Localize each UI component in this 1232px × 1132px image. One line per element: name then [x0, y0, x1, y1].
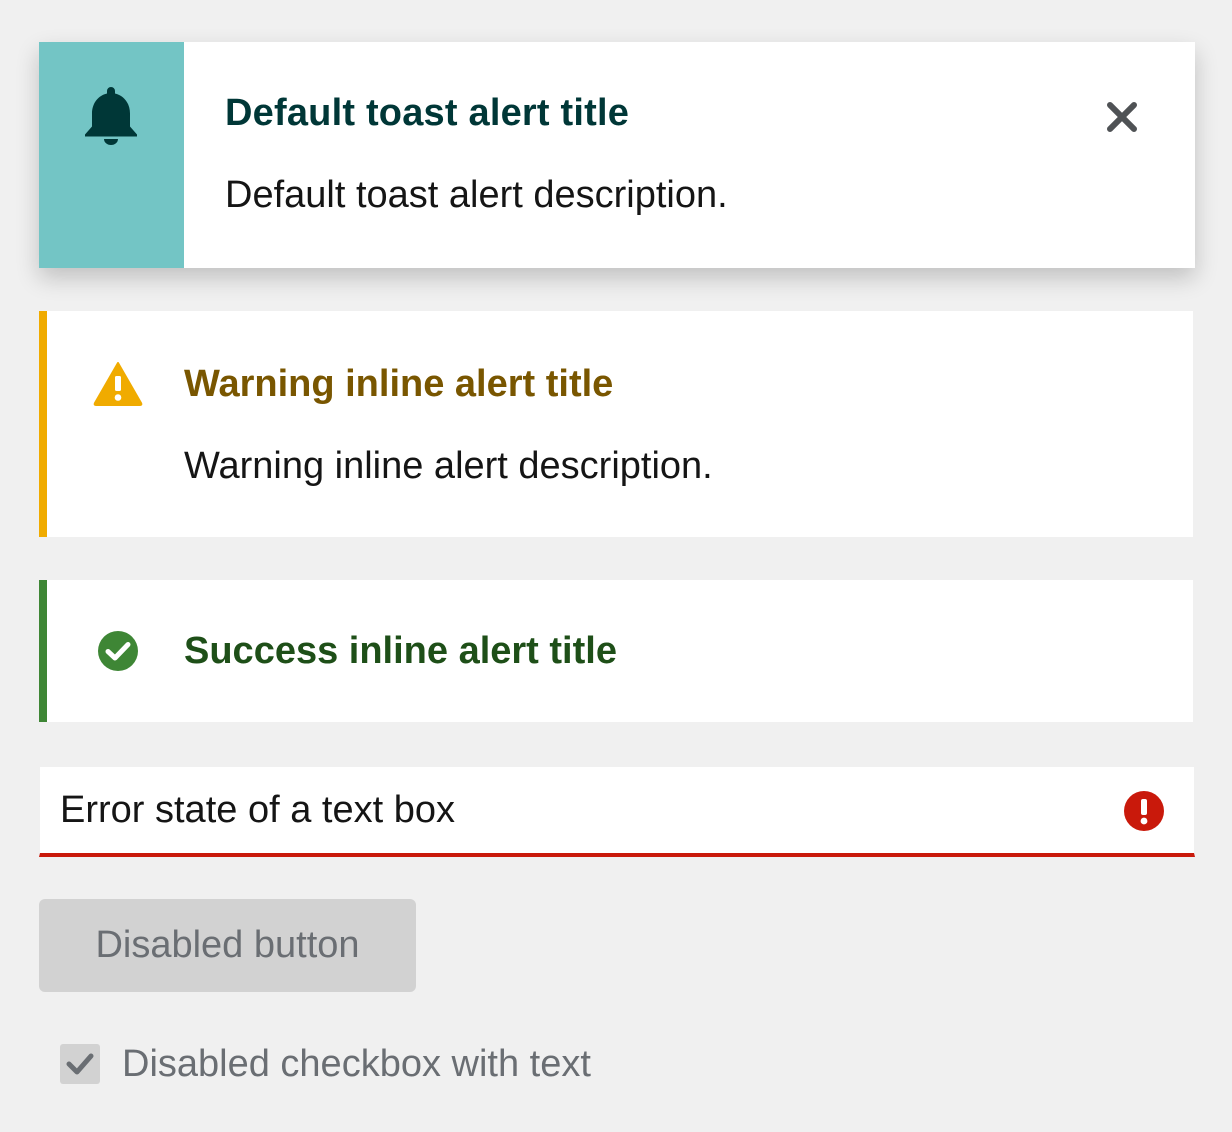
disabled-button[interactable]: Disabled button — [39, 899, 416, 992]
success-alert-title: Success inline alert title — [184, 630, 617, 672]
warning-alert-title: Warning inline alert title — [184, 363, 614, 405]
toast-title: Default toast alert title — [225, 92, 630, 134]
toast-description: Default toast alert description. — [225, 174, 728, 216]
checkmark-icon — [66, 1053, 94, 1075]
toast-alert: Default toast alert title Default toast … — [39, 42, 1195, 268]
warning-triangle-icon — [93, 362, 143, 406]
disabled-checkbox-row: Disabled checkbox with text — [60, 1043, 591, 1085]
disabled-checkbox[interactable] — [60, 1044, 100, 1084]
warning-alert-description: Warning inline alert description. — [184, 445, 713, 487]
success-inline-alert: Success inline alert title — [39, 580, 1193, 722]
disabled-checkbox-label: Disabled checkbox with text — [122, 1042, 591, 1085]
toast-icon-panel — [39, 42, 184, 268]
error-text-box — [39, 766, 1195, 857]
close-icon[interactable] — [1105, 100, 1139, 134]
exclamation-circle-icon — [1124, 791, 1164, 831]
bell-icon — [85, 87, 137, 145]
warning-inline-alert: Warning inline alert title Warning inlin… — [39, 311, 1193, 537]
error-text-input[interactable] — [40, 767, 1090, 853]
check-circle-icon — [98, 631, 138, 671]
toast-body: Default toast alert title Default toast … — [184, 42, 1195, 268]
